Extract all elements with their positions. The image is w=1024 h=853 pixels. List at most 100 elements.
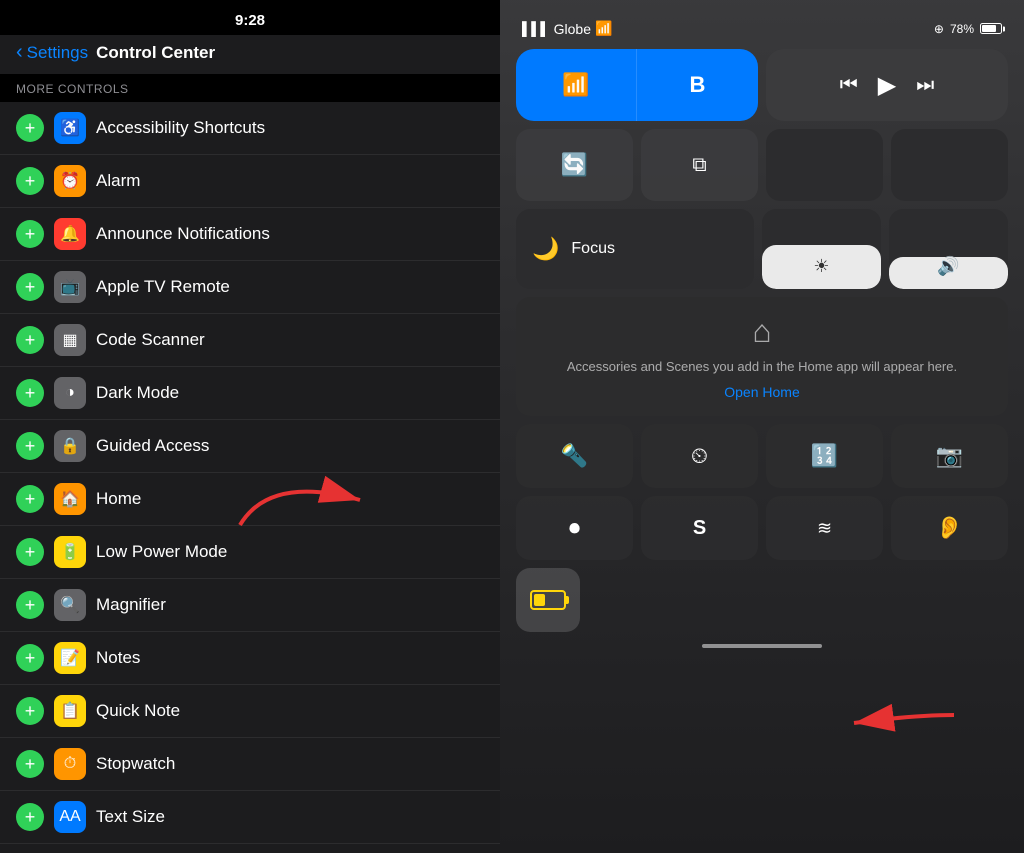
calculator-tile[interactable]: 🔢 [766,424,883,488]
home-section: ⌂ Accessories and Scenes you add in the … [516,297,1008,416]
add-button-textsize[interactable]: + [16,803,44,831]
open-home-link[interactable]: Open Home [724,384,799,400]
flashlight-icon: 🔦 [561,443,588,469]
lock-rotation-tile[interactable]: 🔄 [516,129,633,201]
add-button-lowpower[interactable]: + [16,538,44,566]
chevron-left-icon: ‹ [16,41,23,64]
section-header: MORE CONTROLS [0,74,500,102]
forward-icon[interactable]: ⏭ [916,74,934,97]
record-tile[interactable]: ⏺ [516,496,633,560]
add-button-appletv[interactable]: + [16,273,44,301]
calculator-icon: 🔢 [811,443,838,469]
battery-large-icon [530,590,566,610]
back-button[interactable]: ‹ Settings [16,41,88,64]
add-button-quicknote[interactable]: + [16,697,44,725]
control-center-panel: ▌▌▌ Globe 📶 ⊕ 78% 📶 B [500,0,1024,853]
cc-battery-area: ⊕ 78% [934,22,1002,36]
shazam-tile[interactable]: S [641,496,758,560]
settings-item-stopwatch[interactable]: + ⏱ Stopwatch [0,738,500,791]
home-indicator [702,644,822,648]
lock-rotation-icon: 🔄 [561,152,588,178]
icon-home: 🏠 [54,483,86,515]
focus-label: Focus [571,240,615,258]
battery-icon [980,23,1002,34]
cc-signal: ▌▌▌ Globe 📶 [522,20,612,37]
carrier-name: Globe [554,21,591,37]
screen-mirror-tile[interactable]: ⧉ [641,129,758,201]
media-control-block: ⏮ ▶ ⏭ [766,49,1008,121]
label-announce: Announce Notifications [96,224,484,244]
icon-textsize: AA [54,801,86,833]
settings-item-accessibility[interactable]: + ♿ Accessibility Shortcuts [0,102,500,155]
flashlight-tile[interactable]: 🔦 [516,424,633,488]
battery-percentage: 78% [950,22,974,36]
location-icon: ⊕ [934,22,944,36]
label-lowpower: Low Power Mode [96,542,484,562]
hearing-tile[interactable]: 👂 [891,496,1008,560]
volume-icon: 🔊 [937,256,959,277]
bluetooth-tile[interactable]: B [637,49,758,121]
settings-item-notes[interactable]: + 📝 Notes [0,632,500,685]
play-icon[interactable]: ▶ [878,71,896,100]
add-button-notes[interactable]: + [16,644,44,672]
focus-row: 🌙 Focus ☀ 🔊 [516,209,1008,289]
label-notes: Notes [96,648,484,668]
settings-item-alarm[interactable]: + ⏰ Alarm [0,155,500,208]
add-button-alarm[interactable]: + [16,167,44,195]
add-button-accessibility[interactable]: + [16,114,44,142]
timer-tile[interactable]: ⏲ [641,424,758,488]
label-quicknote: Quick Note [96,701,484,721]
wifi-icon: 📶 [562,72,589,98]
soundcheck-tile[interactable]: ≋ [766,496,883,560]
settings-item-codescanner[interactable]: + ▦ Code Scanner [0,314,500,367]
second-row: 🔄 ⧉ [516,129,1008,201]
brightness-tile[interactable]: ☀ [762,209,881,289]
settings-item-appletv[interactable]: + 📺 Apple TV Remote [0,261,500,314]
focus-tile[interactable]: 🌙 Focus [516,209,754,289]
settings-item-announce[interactable]: + 🔔 Announce Notifications [0,208,500,261]
home-icon: ⌂ [752,313,771,350]
settings-item-magnifier[interactable]: + 🔍 Magnifier [0,579,500,632]
add-button-magnifier[interactable]: + [16,591,44,619]
shazam-icon: S [693,517,706,540]
add-button-announce[interactable]: + [16,220,44,248]
label-accessibility: Accessibility Shortcuts [96,118,484,138]
rewind-icon[interactable]: ⏮ [840,74,858,97]
timer-icon: ⏲ [691,443,708,469]
add-button-stopwatch[interactable]: + [16,750,44,778]
volume-tile[interactable]: 🔊 [889,209,1008,289]
empty-tile-1 [766,129,883,201]
icon-darkmode: ◑ [54,377,86,409]
bottom-grid-1: 🔦 ⏲ 🔢 📷 [516,424,1008,488]
icon-announce: 🔔 [54,218,86,250]
camera-tile[interactable]: 📷 [891,424,1008,488]
signal-bars-icon: ▌▌▌ [522,21,550,36]
settings-panel: 9:28 ‹ Settings Control Center MORE CONT… [0,0,500,853]
settings-item-voicememos[interactable]: + 🎙 Voice Memos [0,844,500,853]
add-button-home[interactable]: + [16,485,44,513]
nav-bar: ‹ Settings Control Center [0,35,500,74]
add-button-guided[interactable]: + [16,432,44,460]
add-button-darkmode[interactable]: + [16,379,44,407]
icon-stopwatch: ⏱ [54,748,86,780]
icon-notes: 📝 [54,642,86,674]
battery-tile[interactable] [516,568,580,632]
icon-guided: 🔒 [54,430,86,462]
top-row: 📶 B ⏮ ▶ ⏭ [516,49,1008,121]
settings-item-darkmode[interactable]: + ◑ Dark Mode [0,367,500,420]
icon-magnifier: 🔍 [54,589,86,621]
settings-item-quicknote[interactable]: + 📋 Quick Note [0,685,500,738]
battery-row [516,568,1008,632]
label-codescanner: Code Scanner [96,330,484,350]
label-appletv: Apple TV Remote [96,277,484,297]
settings-item-textsize[interactable]: + AA Text Size [0,791,500,844]
settings-item-home[interactable]: + 🏠 Home [0,473,500,526]
settings-item-guided[interactable]: + 🔒 Guided Access [0,420,500,473]
cc-status-bar: ▌▌▌ Globe 📶 ⊕ 78% [516,16,1008,41]
page-title: Control Center [96,43,215,63]
settings-item-lowpower[interactable]: + 🔋 Low Power Mode [0,526,500,579]
add-button-codescanner[interactable]: + [16,326,44,354]
wifi-tile[interactable]: 📶 [516,49,637,121]
label-guided: Guided Access [96,436,484,456]
icon-quicknote: 📋 [54,695,86,727]
